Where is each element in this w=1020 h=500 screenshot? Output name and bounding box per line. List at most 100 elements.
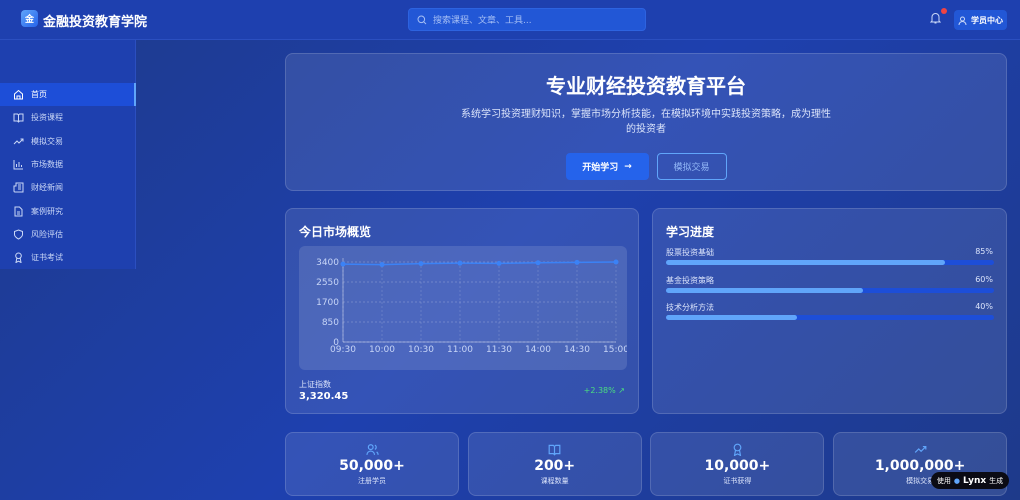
shield-icon: [14, 229, 23, 240]
stat-label: 课程数量: [540, 477, 569, 485]
data-point: [574, 259, 580, 265]
hero-banner: 专业财经投资教育平台 系统学习投资理财知识，掌握市场分析技能，在模拟环境中实践投…: [285, 53, 1007, 191]
sidebar-item-label: 风险评估: [31, 229, 63, 239]
top-header: 金 金融投资教育学院 搜索课程、文章、工具... 学员中心: [0, 0, 1020, 40]
logo: 金: [21, 10, 38, 27]
user-icon: [958, 16, 967, 25]
file-text-icon: [14, 206, 23, 216]
learning-progress-card: 学习进度 股票投资基础 85% 基金投资策略 60% 技术分析方法 40%: [652, 208, 1007, 414]
start-learning-button[interactable]: 开始学习 →: [565, 153, 649, 180]
x-tick-label: 10:00: [369, 345, 395, 355]
sidebar-item-6[interactable]: 风险评估: [0, 223, 136, 246]
data-point: [418, 261, 424, 267]
change-value: +2.38%: [583, 386, 616, 395]
simulated-trading-button[interactable]: 模拟交易: [656, 153, 727, 180]
lynx-badge[interactable]: 使用 ● Lynx 生成: [931, 472, 1009, 489]
sidebar-item-label: 首页: [31, 90, 47, 99]
index-label: 上证指数: [299, 380, 331, 389]
progress-percent: 60%: [975, 274, 993, 284]
data-point: [457, 260, 463, 266]
progress-percent: 40%: [975, 302, 993, 311]
progress-label: 技术分析方法: [666, 303, 714, 312]
site-title: 金融投资教育学院: [43, 15, 148, 30]
stat-label: 注册学员: [358, 477, 386, 485]
data-point: [535, 260, 541, 266]
badge-prefix: 使用: [936, 476, 951, 485]
x-tick-label: 15:00: [603, 345, 627, 355]
y-tick-label: 850: [322, 318, 339, 328]
progress-title: 学习进度: [666, 225, 715, 239]
book-icon: [548, 444, 561, 456]
stat-value: 10,000+: [704, 458, 771, 474]
start-learning-label: 开始学习: [582, 163, 619, 173]
market-line-chart: 085017002550340009:30 10:00 10:30 11:00 11:3…: [316, 258, 629, 355]
progress-bar: [666, 287, 994, 293]
user-center-button[interactable]: 学员中心: [954, 10, 1007, 30]
hero-title: 专业财经投资教育平台: [546, 74, 746, 98]
market-overview-card: 今日市场概览 0 850 1700 2550 3400 09:30 10:00 10:30 11…: [285, 208, 639, 414]
x-tick-label: 11:30: [486, 345, 512, 355]
lynx-logo-icon: ●: [953, 476, 960, 485]
sidebar-item-label: 投资课程: [31, 113, 63, 123]
data-point: [379, 262, 385, 268]
sidebar-item-1[interactable]: 投资课程: [0, 106, 136, 129]
sidebar-item-3[interactable]: 市场数据: [0, 153, 136, 176]
data-point: [496, 260, 502, 266]
stat-card: 50,000+ 注册学员: [285, 432, 459, 496]
book-icon: [13, 113, 24, 124]
sidebar-item-label: 市场数据: [31, 159, 63, 169]
x-tick-label: 14:30: [564, 345, 590, 355]
user-center-label: 学员中心: [971, 15, 1003, 25]
users-icon: [365, 444, 379, 455]
trending-up-icon: [914, 445, 927, 453]
badge-suffix: 生成: [989, 476, 1004, 485]
index-value: 3,320.45: [299, 391, 349, 402]
sidebar-item-7[interactable]: 证书考试: [0, 246, 136, 269]
sidebar-item-5[interactable]: 案例研究: [0, 200, 136, 223]
x-tick-label: 09:30: [330, 345, 356, 355]
data-point: [613, 259, 619, 265]
progress-bar: [666, 315, 994, 320]
notification-dot: [941, 8, 947, 14]
x-tick-label: 14:00: [525, 345, 551, 355]
home-icon: [14, 89, 23, 100]
progress-fill: [666, 315, 798, 320]
progress-bar: [666, 260, 994, 265]
data-point: [340, 261, 346, 267]
sidebar-item-label: 案例研究: [31, 206, 63, 216]
hero-subtitle: 系统学习投资理财知识，掌握市场分析技能，在模拟环境中实践投资策略，成为理性的投资…: [461, 109, 831, 135]
y-tick-label: 1700: [316, 298, 339, 308]
sidebar-item-4[interactable]: 财经新闻: [0, 176, 136, 199]
chart-container: 0 850 1700 2550 3400 09:30 10:00 10:30 11:00 11:3…: [299, 246, 629, 370]
stat-value: 50,000+: [339, 458, 405, 474]
sidebar-item-label: 财经新闻: [31, 183, 63, 193]
progress-label: 基金投资策略: [666, 275, 714, 285]
sidebar-item-2[interactable]: 模拟交易: [0, 130, 136, 153]
stat-card: 200+ 课程数量: [467, 432, 642, 496]
progress-fill: [666, 260, 945, 265]
index-change: +2.38% ↗: [584, 386, 625, 395]
award-icon: [15, 252, 22, 264]
search-input[interactable]: 搜索课程、文章、工具...: [408, 8, 646, 31]
sidebar: 首页投资课程模拟交易市场数据财经新闻案例研究风险评估证书考试: [0, 40, 136, 269]
trend-up-icon: ↗: [618, 386, 625, 395]
sidebar-item-0[interactable]: 首页: [0, 83, 136, 106]
search-placeholder: 搜索课程、文章、工具...: [433, 16, 532, 26]
y-tick-label: 2550: [316, 278, 339, 288]
trending-up-icon: [13, 138, 24, 144]
bar-chart-icon: [13, 159, 23, 170]
bell-icon[interactable]: [930, 12, 941, 24]
y-tick-label: 3400: [316, 258, 339, 268]
stat-label: 证书获得: [723, 477, 752, 485]
arrow-right-icon: →: [624, 161, 632, 172]
stat-value: 200+: [534, 458, 576, 474]
badge-brand: Lynx: [962, 475, 987, 486]
search-icon: [417, 15, 427, 24]
progress-label: 股票投资基础: [666, 248, 714, 257]
progress-fill: [666, 287, 863, 293]
newspaper-icon: [13, 182, 24, 193]
x-tick-label: 11:00: [447, 345, 473, 355]
stat-card: 10,000+ 证书获得: [650, 432, 825, 496]
x-tick-label: 10:30: [408, 345, 434, 355]
award-icon: [733, 443, 742, 457]
